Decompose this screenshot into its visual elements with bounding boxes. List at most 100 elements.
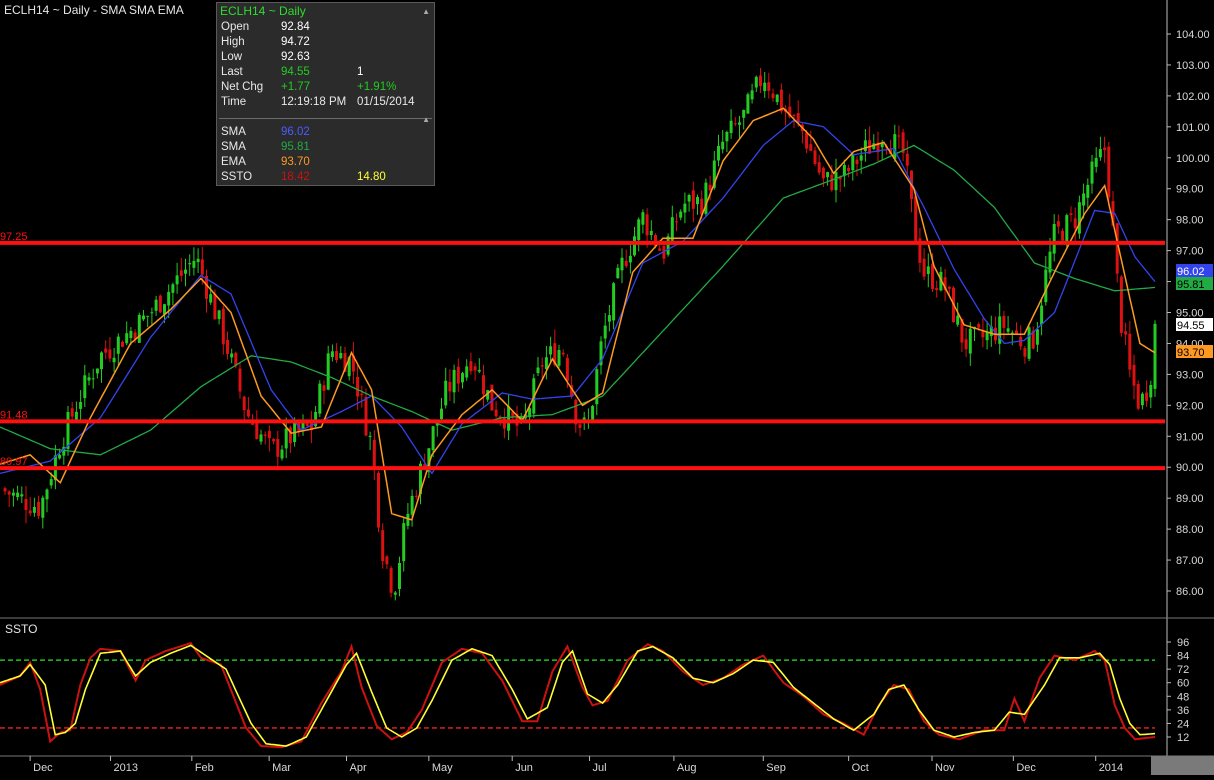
data-label: Last (221, 66, 243, 78)
price-tick-label: 100.00 (1176, 153, 1210, 165)
candle-body (448, 381, 452, 392)
collapse-down-icon[interactable]: ▲ (422, 115, 430, 124)
price-badge-label: 96.02 (1177, 266, 1205, 278)
candle-body (628, 255, 632, 263)
price-tick-label: 90.00 (1176, 462, 1204, 474)
candle-body (1052, 224, 1056, 254)
candle-body (859, 155, 863, 161)
candle-body (733, 123, 737, 125)
candle-body (360, 393, 364, 395)
candle-body (129, 330, 133, 338)
candle-body (905, 153, 909, 166)
time-tick-label: Feb (195, 762, 214, 774)
price-badge-label: 95.81 (1177, 279, 1205, 291)
candle-body (179, 270, 183, 276)
candle-body (897, 135, 901, 137)
candle-body (339, 353, 343, 359)
candle-body (58, 454, 62, 459)
candle-body (1044, 269, 1048, 303)
candle-body (335, 351, 339, 360)
candle-body (322, 385, 326, 391)
candle-body (318, 383, 322, 414)
candle-body (494, 409, 498, 417)
candle-body (620, 257, 624, 271)
data-label: High (221, 36, 245, 48)
candle-body (729, 120, 733, 134)
candle-body (805, 132, 809, 149)
price-tick-label: 92.00 (1176, 400, 1204, 412)
ssto-tick-label: 36 (1177, 705, 1189, 717)
candle-body (1040, 305, 1044, 325)
candle-body (377, 472, 380, 528)
collapse-up-icon[interactable]: ▲ (422, 7, 430, 16)
data-box-header: ECLH14 ~ Daily (220, 4, 306, 18)
candle-body (393, 592, 397, 595)
price-tick-label: 86.00 (1176, 586, 1204, 598)
data-box-divider (219, 118, 432, 119)
candle-body (490, 384, 494, 411)
price-badge-label: 94.55 (1177, 320, 1205, 332)
candle-body (1149, 385, 1153, 398)
candle-body (1132, 364, 1136, 386)
candle-body (738, 122, 741, 125)
candle-body (16, 492, 20, 498)
candle-body (742, 110, 746, 118)
candle-body (1027, 327, 1031, 359)
candle-body (364, 397, 368, 436)
candle-body (767, 82, 771, 91)
ssto-tick-label: 12 (1177, 732, 1189, 744)
candle-body (158, 295, 162, 313)
horizontal-line-label: 91.48 (0, 409, 28, 421)
candle-body (763, 82, 767, 92)
candle-body (385, 556, 389, 565)
time-tick-label: Nov (935, 762, 955, 774)
candle-body (465, 366, 469, 378)
candle-body (196, 258, 200, 263)
candle-body (108, 349, 112, 359)
candle-body (792, 115, 796, 116)
candle-body (666, 236, 670, 255)
candle-body (863, 140, 867, 152)
candle-body (830, 174, 834, 191)
candle-body (1073, 218, 1077, 229)
data-value: 93.70 (281, 156, 310, 168)
candle-body (675, 221, 678, 223)
data-label: EMA (221, 156, 246, 168)
candle-body (834, 172, 838, 191)
time-tick-label: Apr (349, 762, 366, 774)
candle-body (242, 396, 246, 411)
candle-body (926, 266, 930, 274)
candle-body (246, 409, 250, 417)
candle-body (679, 211, 683, 218)
candle-body (968, 328, 972, 354)
candle-body (536, 367, 540, 374)
data-label: Time (221, 96, 247, 108)
candle-body (1094, 157, 1098, 167)
candle-body (507, 406, 511, 431)
data-value-2: 1 (357, 66, 364, 78)
candle-body (645, 214, 649, 236)
candle-body (154, 299, 158, 311)
candle-body (637, 219, 641, 241)
candle-body (104, 348, 108, 353)
data-value: 94.72 (281, 36, 310, 48)
candle-body (461, 373, 464, 383)
candle-body (91, 378, 95, 380)
horizontal-line-label: 89.97 (0, 456, 28, 468)
candle-body (1035, 329, 1039, 345)
candle-body (389, 568, 393, 593)
data-box[interactable]: ECLH14 ~ Daily ▲ ▲ Open 92.84 High 94.72 Low… (216, 2, 435, 186)
data-label: SMA (221, 141, 246, 153)
ssto-tick-label: 84 (1177, 651, 1189, 663)
time-tick-label: Jul (593, 762, 607, 774)
candle-body (66, 412, 70, 449)
candle-body (477, 369, 481, 372)
time-tick-label: May (432, 762, 453, 774)
candle-body (1098, 149, 1102, 158)
candle-body (272, 439, 276, 442)
ssto-panel-title: SSTO (5, 622, 38, 636)
candle-body (41, 497, 45, 518)
horizontal-scrollbar[interactable] (1151, 756, 1214, 775)
candle-body (112, 357, 116, 363)
candle-body (935, 288, 939, 290)
